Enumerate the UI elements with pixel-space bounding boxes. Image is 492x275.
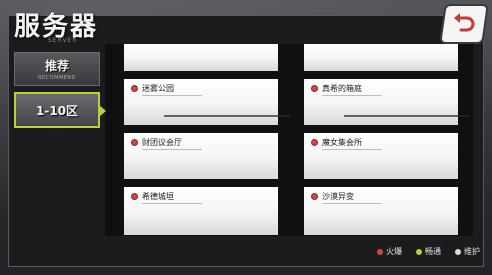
server-card[interactable]: 沙漠异变 bbox=[304, 187, 458, 235]
status-hot-icon bbox=[131, 193, 138, 200]
server-name: 魔女集会所 bbox=[322, 138, 362, 147]
server-name: 迷雾公园 bbox=[142, 84, 174, 93]
divider bbox=[322, 149, 382, 150]
server-card[interactable]: 迷雾公园 bbox=[124, 79, 290, 125]
back-button[interactable] bbox=[441, 6, 487, 42]
legend-smooth: 畅通 bbox=[416, 246, 441, 257]
status-maintenance-icon bbox=[455, 248, 461, 255]
legend-hot-label: 火爆 bbox=[386, 247, 402, 256]
legend-maintenance-label: 维护 bbox=[464, 247, 480, 256]
tab-recommend-label: 推荐 bbox=[44, 59, 69, 73]
legend-maintenance: 维护 bbox=[455, 246, 480, 257]
divider bbox=[142, 95, 202, 96]
server-name: 希德城垣 bbox=[142, 192, 174, 201]
server-name: 真希的箱庭 bbox=[322, 84, 362, 93]
divider bbox=[142, 149, 202, 150]
status-smooth-icon bbox=[416, 248, 422, 255]
tab-recommend[interactable]: 推荐 RECOMMEND bbox=[14, 52, 100, 86]
status-hot-icon bbox=[311, 139, 318, 146]
server-card[interactable]: 真希的箱庭 bbox=[304, 79, 470, 125]
status-hot-icon bbox=[131, 139, 138, 146]
status-hot-icon bbox=[311, 193, 318, 200]
server-card[interactable]: 希德城垣 bbox=[124, 187, 278, 235]
status-hot-icon bbox=[131, 85, 138, 92]
server-name: 财团议会厅 bbox=[142, 138, 182, 147]
status-hot-icon bbox=[377, 248, 383, 255]
status-hot-icon bbox=[311, 85, 318, 92]
back-arrow-icon bbox=[454, 13, 475, 32]
page-subtitle: SERVER bbox=[48, 37, 78, 44]
legend-hot: 火爆 bbox=[377, 246, 402, 257]
divider bbox=[142, 203, 202, 204]
divider bbox=[344, 115, 470, 117]
server-card[interactable]: 魔女集会所 bbox=[304, 133, 458, 179]
divider bbox=[322, 203, 382, 204]
divider bbox=[322, 95, 382, 96]
server-card-blank[interactable] bbox=[304, 44, 458, 71]
legend-smooth-label: 畅通 bbox=[425, 247, 441, 256]
tab-recommend-sub: RECOMMEND bbox=[38, 75, 76, 81]
tab-1-10[interactable]: 1-10区 bbox=[14, 92, 106, 128]
tab-1-10-label: 1-10区 bbox=[35, 103, 79, 118]
status-legend: 火爆 畅通 维护 bbox=[377, 246, 480, 257]
server-card-blank[interactable] bbox=[124, 44, 278, 71]
divider bbox=[164, 115, 290, 117]
server-card[interactable]: 财团议会厅 bbox=[124, 133, 278, 179]
server-name: 沙漠异变 bbox=[322, 192, 354, 201]
